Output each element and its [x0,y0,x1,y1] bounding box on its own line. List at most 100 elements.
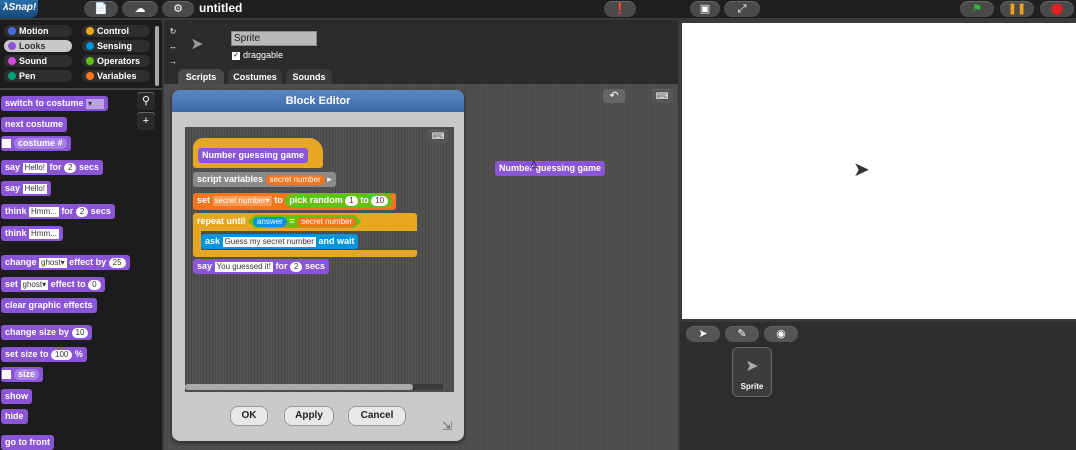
say-text-input[interactable]: Hello! [22,162,47,173]
random-max-input[interactable]: 10 [371,195,389,206]
category-sensing[interactable]: Sensing [82,40,150,52]
say-for-secs-block[interactable]: say Hello! for 2 secs [1,160,104,175]
say-block[interactable]: say Hello! [1,181,51,196]
variable-name[interactable]: secret number [265,174,325,185]
secs-input[interactable]: 2 [64,162,77,173]
effect-value-input[interactable]: 0 [88,279,101,290]
horizontal-scrollbar[interactable] [185,384,413,390]
block-label: to [360,195,369,205]
think-text-input[interactable]: Hmm... [29,206,59,217]
equals-predicate[interactable]: answer = secret number [248,215,362,228]
tab-costumes[interactable]: Costumes [228,69,282,85]
palette-scrollbar[interactable] [155,26,159,86]
think-for-secs-block[interactable]: think Hmm... for 2 secs [1,204,115,219]
file-icon[interactable]: 📄 [84,1,118,17]
resize-handle-icon[interactable]: ⇲ [442,420,452,432]
sprite-thumbnail-icon: ➤ [745,358,759,375]
effect-dropdown[interactable]: ghost▾ [20,279,49,290]
switch-costume-block[interactable]: switch to costume ▾ [1,96,109,111]
category-looks[interactable]: Looks [4,40,72,52]
tab-sounds[interactable]: Sounds [286,69,332,85]
say-for-secs-block[interactable]: say You guessed it! for 2 secs [193,259,329,274]
cloud-icon[interactable]: ☁ [122,1,158,17]
costume-dropdown[interactable]: ▾ [86,98,105,109]
custom-block-instance[interactable]: Number guessing game [495,161,606,176]
green-flag-icon[interactable]: ⚑ [960,1,994,17]
variable-dropdown[interactable]: secret number▾ [212,195,272,206]
secs-input[interactable]: 2 [75,206,89,217]
category-pen[interactable]: Pen [4,70,72,82]
next-costume-block[interactable]: next costume [1,117,68,132]
turtle-icon[interactable]: ➤ [686,326,720,342]
category-variables[interactable]: Variables [82,70,150,82]
category-motion[interactable]: Motion [4,25,72,37]
stage[interactable] [682,23,1076,319]
gear-icon[interactable]: ⚙ [162,1,194,17]
ask-and-wait-block[interactable]: ask Guess my secret number and wait [201,234,359,249]
hide-block[interactable]: hide [1,409,28,424]
project-title: untitled [199,1,243,15]
clear-graphic-effects-block[interactable]: clear graphic effects [1,298,97,313]
dialog-title[interactable]: Block Editor [172,90,464,112]
sprite-name-input[interactable]: Sprite [231,31,317,46]
go-to-front-block[interactable]: go to front [1,435,54,450]
secret-number-reporter[interactable]: secret number [297,216,357,227]
top-bar: λSnap! 📄 ☁ ⚙ untitled ❗ ▣ ⤢ ⚑ ❚❚ ⬤ [0,0,1076,18]
size-reporter[interactable]: size [1,367,44,382]
say-text-input[interactable]: Hello! [22,183,47,194]
effect-amount-input[interactable]: 25 [108,257,126,268]
draggable-checkbox[interactable]: ✓ [232,51,240,60]
secs-input[interactable]: 2 [290,261,303,272]
category-control[interactable]: Control [82,25,150,37]
change-effect-block[interactable]: change ghost▾ effect by 25 [1,255,130,270]
size-change-input[interactable]: 10 [71,327,89,338]
set-size-block[interactable]: set size to 100 % [1,347,87,362]
pause-icon[interactable]: ❚❚ [1000,1,1034,17]
search-icon[interactable]: ⚲ [137,92,155,110]
flip-icon[interactable]: ↔ [166,41,180,53]
effect-dropdown[interactable]: ghost▾ [39,257,67,268]
arrow-right-icon[interactable]: ▸ [327,174,332,184]
script-variables-block[interactable]: script variables secret number ▸ [193,172,336,187]
fullscreen-icon[interactable]: ⤢ [724,1,760,17]
snap-logo[interactable]: λSnap! [0,0,38,18]
footprints-icon[interactable]: ❗ [604,1,636,17]
ok-button[interactable]: OK [230,406,268,426]
camera-icon[interactable]: ◉ [764,326,798,342]
set-variable-block[interactable]: set secret number▾ to pick random 1 to 1… [193,193,397,210]
category-sound[interactable]: Sound [4,55,72,67]
rotate-icon[interactable]: ↻ [166,26,180,38]
undo-icon[interactable]: ↶ [603,89,625,103]
show-block[interactable]: show [1,389,33,404]
keyboard-icon[interactable]: ⌨ [651,89,673,103]
sprite-corral-item[interactable]: ➤ Sprite [732,347,772,397]
sprite-arrow-icon[interactable]: ➤ [853,160,870,180]
block-prototype[interactable]: Number guessing game [198,148,309,163]
answer-reporter[interactable]: answer [253,216,287,227]
stage-size-icon[interactable]: ▣ [690,1,720,17]
apply-button[interactable]: Apply [284,406,334,426]
draggable-option[interactable]: ✓ draggable [232,50,283,60]
pick-random-reporter[interactable]: pick random 1 to 10 [285,194,393,207]
paintbrush-icon[interactable]: ✎ [725,326,759,342]
think-block[interactable]: think Hmm... [1,226,63,241]
size-input[interactable]: 100 [51,349,73,360]
no-rotate-icon[interactable]: → [166,56,180,68]
say-text-input[interactable]: You guessed it! [214,261,273,272]
category-label: Motion [19,26,49,36]
change-size-block[interactable]: change size by 10 [1,325,93,340]
watcher-checkbox[interactable] [2,370,11,380]
watcher-checkbox[interactable] [2,139,11,149]
add-block-icon[interactable]: + [137,112,155,130]
keyboard-icon[interactable]: ⌨ [428,130,448,143]
cancel-button[interactable]: Cancel [348,406,406,426]
tab-scripts[interactable]: Scripts [178,69,224,85]
costume-number-reporter[interactable]: costume # [1,136,71,151]
think-text-input[interactable]: Hmm... [29,228,59,239]
stop-icon[interactable]: ⬤ [1040,1,1074,17]
random-min-input[interactable]: 1 [345,195,358,206]
set-effect-block[interactable]: set ghost▾ effect to 0 [1,277,105,292]
ask-text-input[interactable]: Guess my secret number [222,236,316,247]
sprite-label: Sprite [740,382,764,391]
category-operators[interactable]: Operators [82,55,150,67]
